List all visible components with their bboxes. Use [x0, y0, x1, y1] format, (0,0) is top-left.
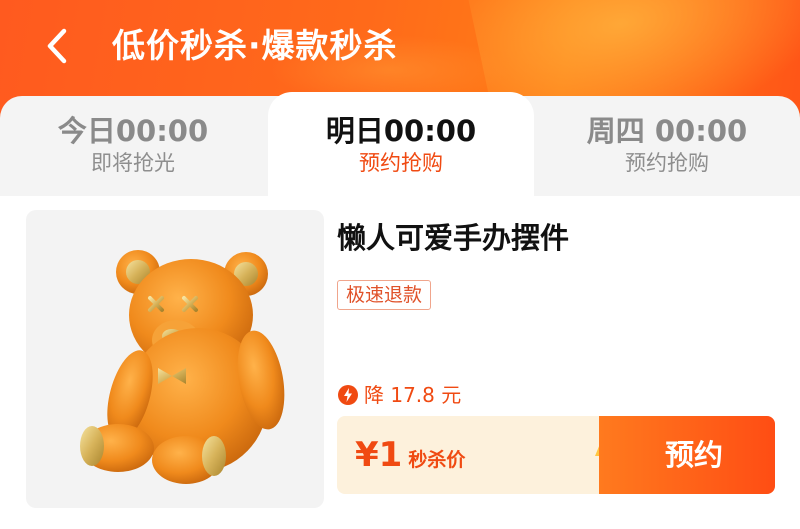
- tab-tomorrow[interactable]: 明日00:00 预约抢购: [268, 92, 534, 196]
- tab-status: 预约抢购: [359, 151, 443, 175]
- tab-today[interactable]: 今日00:00 即将抢光: [0, 96, 266, 196]
- lightning-icon: [338, 385, 358, 405]
- product-name[interactable]: 懒人可爱手办摆件: [337, 220, 569, 256]
- refund-badge: 极速退款: [337, 280, 432, 310]
- price-drop-text: 降 17.8 元: [364, 383, 462, 407]
- tab-thursday[interactable]: 周四 00:00 预约抢购: [534, 96, 800, 196]
- reserve-button[interactable]: 预约: [599, 416, 775, 494]
- back-button[interactable]: [40, 26, 76, 66]
- tab-status: 预约抢购: [625, 151, 709, 175]
- tab-time: 今日00:00: [57, 114, 209, 148]
- seckill-price: ¥1 秒杀价: [355, 416, 465, 494]
- price-amount: ¥1: [355, 435, 403, 475]
- time-tabs: 今日00:00 即将抢光 明日00:00 预约抢购 周四 00:00 预约抢购: [0, 92, 800, 196]
- tab-status: 即将抢光: [91, 151, 175, 175]
- price-label: 秒杀价: [408, 449, 466, 471]
- product-card[interactable]: 懒人可爱手办摆件 极速退款 降 17.8 元 ¥1 秒杀价 预约: [0, 196, 800, 529]
- bear-figurine-image: [80, 250, 285, 484]
- price-drop: 降 17.8 元: [338, 382, 461, 408]
- tab-time: 周四 00:00: [586, 114, 748, 148]
- chevron-left-icon: [47, 28, 67, 64]
- tab-time: 明日00:00: [325, 114, 477, 148]
- buy-bar[interactable]: ¥1 秒杀价 预约: [337, 416, 775, 494]
- product-image[interactable]: [26, 210, 324, 508]
- page-title: 低价秒杀·爆款秒杀: [112, 26, 398, 65]
